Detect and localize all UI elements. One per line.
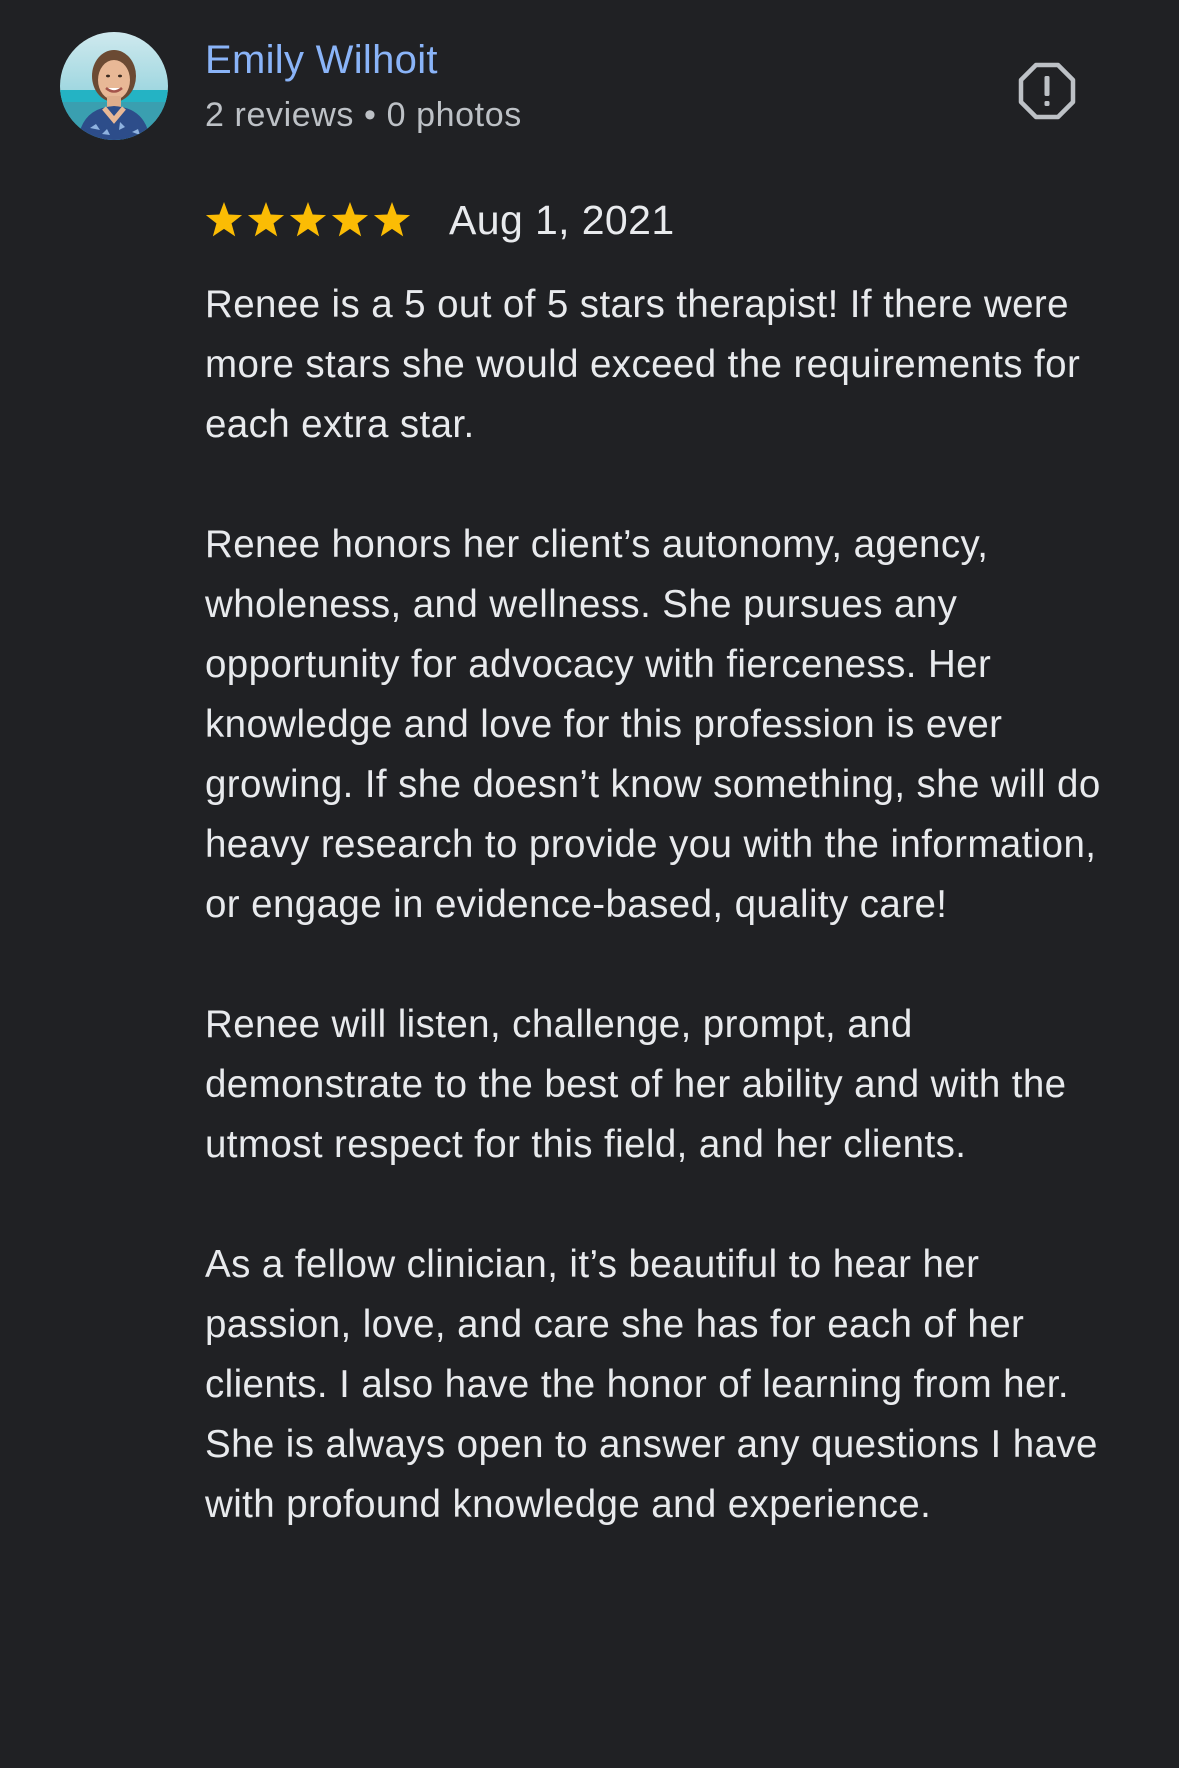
rating-row: Aug 1, 2021 — [205, 190, 675, 250]
avatar[interactable] — [60, 32, 168, 140]
report-flag-icon — [1018, 62, 1076, 120]
review-paragraph: Renee is a 5 out of 5 stars therapist! I… — [205, 283, 1081, 446]
star-filled-icon — [247, 201, 285, 237]
author-review-count[interactable]: 2 reviews • 0 photos — [205, 93, 522, 137]
review-paragraph: As a fellow clinician, it’s beautiful to… — [205, 1243, 1098, 1526]
report-review-button[interactable] — [1016, 60, 1078, 122]
review-card: Emily Wilhoit 2 reviews • 0 photos Aug 1… — [0, 0, 1179, 1768]
star-filled-icon — [289, 201, 327, 237]
review-text: Renee is a 5 out of 5 stars therapist! I… — [205, 275, 1115, 1535]
avatar-image — [60, 32, 168, 140]
star-filled-icon — [331, 201, 369, 237]
star-filled-icon — [205, 201, 243, 237]
review-date: Aug 1, 2021 — [449, 197, 675, 243]
star-rating — [205, 201, 411, 239]
star-filled-icon — [373, 201, 411, 237]
review-paragraph: Renee will listen, challenge, prompt, an… — [205, 1003, 1067, 1166]
review-paragraph: Renee honors her client’s autonomy, agen… — [205, 523, 1101, 926]
author-name[interactable]: Emily Wilhoit — [205, 34, 438, 86]
